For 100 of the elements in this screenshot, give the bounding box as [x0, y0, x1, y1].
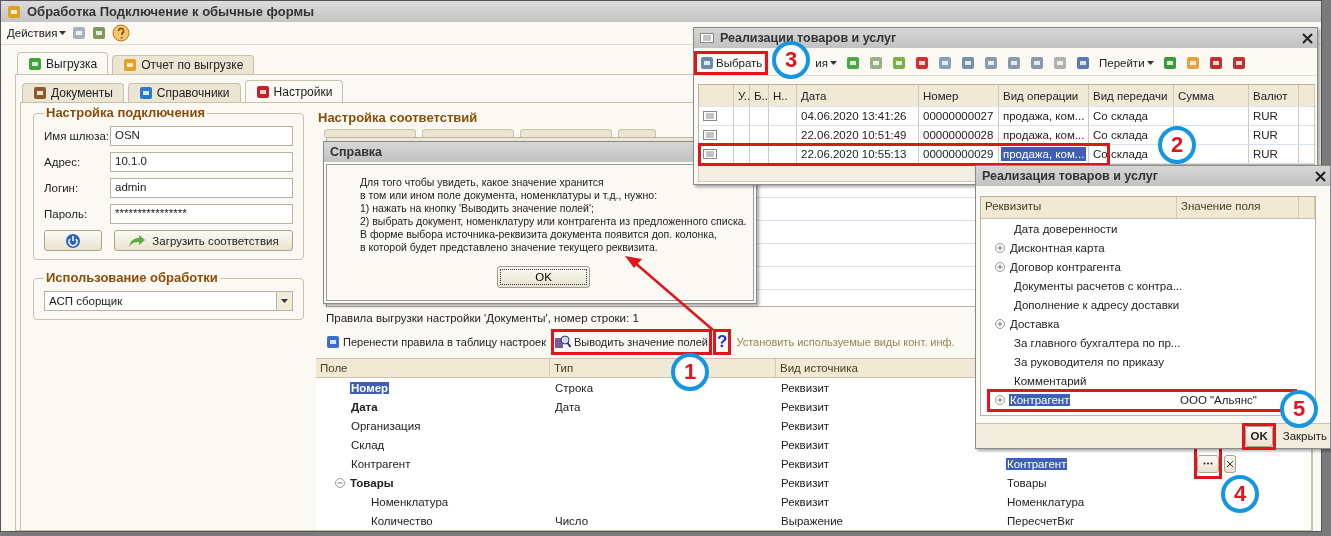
goto-menu[interactable]: Перейти: [1099, 56, 1154, 69]
close-icon: [1227, 460, 1234, 467]
window-title: Реализация товаров и услуг: [976, 166, 1330, 186]
expand-icon[interactable]: [995, 261, 1005, 272]
table-cell: Склад: [350, 438, 386, 451]
help-text: Для того чтобы увидеть, какое значение хранится: [360, 176, 604, 189]
caret-icon: [830, 60, 837, 65]
table-cell: ООО "Альянс": [1179, 393, 1258, 406]
column-header[interactable]: Вид передачи: [1089, 85, 1174, 106]
close-icon[interactable]: [1302, 32, 1313, 44]
toolbar-button[interactable]: Выводить значение полей: [555, 333, 708, 351]
help-text: в которой будет представлено значение текущего реквизита.: [360, 241, 658, 254]
tab[interactable]: Справочники: [127, 83, 241, 102]
field-label: Пароль:: [44, 208, 89, 220]
column-header[interactable]: Вид операции: [999, 85, 1089, 106]
usage-select[interactable]: АСП сборщик: [44, 291, 293, 311]
table-cell: Дата: [554, 400, 582, 413]
input-field[interactable]: admin: [110, 178, 293, 198]
document-icon: [700, 33, 714, 43]
table-cell: ПересчетВкг: [1006, 514, 1076, 527]
tab[interactable]: [520, 129, 612, 137]
column-header[interactable]: Валют: [1249, 85, 1299, 106]
group-title: Настройка подключения: [44, 105, 208, 120]
help-text: В форме выбора источника-реквизита документа появится доп. колонка,: [360, 228, 717, 241]
tab[interactable]: Настройки: [244, 80, 344, 102]
tab[interactable]: Выгрузка: [17, 52, 109, 74]
group-title: Настройка соответствий: [316, 110, 480, 125]
table-cell: Реквизит: [780, 400, 831, 413]
table-cell: Контрагент: [350, 457, 412, 470]
close-button[interactable]: Закрыть: [1282, 430, 1327, 442]
action-link[interactable]: Установить используемые виды конт. инф.: [736, 333, 955, 351]
field-label: Адрес:: [44, 156, 82, 168]
actions-menu[interactable]: ия: [815, 56, 837, 69]
table-cell: RUR: [1249, 107, 1299, 125]
table-cell: Дополнение к адресу доставки: [1013, 298, 1181, 311]
column-header[interactable]: Дата: [797, 85, 919, 106]
table-cell: Организация: [350, 419, 422, 432]
highlight-frame: [1242, 422, 1276, 450]
column-header[interactable]: Поле: [316, 359, 550, 377]
table-cell: продажа, ком...: [1001, 147, 1087, 161]
table-cell: Контрагент: [1006, 457, 1068, 470]
input-field[interactable]: ****************: [110, 204, 293, 224]
table-cell: Контрагент: [1009, 393, 1071, 406]
table-cell: Строка: [554, 381, 595, 394]
tab[interactable]: [618, 129, 656, 137]
table-cell: Выражение: [780, 514, 844, 527]
tab[interactable]: [324, 129, 416, 137]
clear-button[interactable]: [1224, 454, 1237, 473]
document-icon: [703, 149, 717, 159]
table-cell: Число: [554, 514, 590, 527]
caret-icon: [59, 31, 67, 35]
group-title: Использование обработки: [44, 270, 220, 285]
column-header[interactable]: Сумма: [1174, 85, 1249, 106]
help-text: в том или ином поле документа, номенклатуры и т.д., нужно:: [360, 189, 658, 202]
table-cell: RUR: [1249, 145, 1299, 163]
connect-button[interactable]: [44, 230, 102, 251]
input-field[interactable]: 10.1.0: [110, 152, 293, 172]
actions-menu[interactable]: Действия: [7, 27, 67, 39]
table-cell: 00000000027: [919, 107, 999, 125]
column-header[interactable]: Н..: [769, 85, 797, 106]
expand-icon[interactable]: [995, 318, 1005, 329]
table-cell: Дата: [350, 400, 379, 413]
expand-icon[interactable]: [995, 242, 1005, 253]
close-icon[interactable]: [1315, 170, 1326, 182]
help-text: 2) выбрать документ, номенклатуру или контрагента из предложенного списка.: [360, 215, 747, 228]
column-header[interactable]: У..: [734, 85, 750, 106]
column-header[interactable]: Б..: [750, 85, 769, 106]
rules-caption: Правила выгрузки настройки 'Документы', номер строки: 1: [326, 312, 639, 324]
table-cell: Со склада: [1089, 107, 1174, 125]
table-cell: Доставка: [1009, 317, 1061, 330]
field-label: Имя шлюза:: [44, 130, 106, 142]
expand-icon[interactable]: [995, 394, 1005, 405]
load-button[interactable]: Загрузить соответствия: [114, 230, 293, 251]
caret-icon: [1146, 60, 1154, 65]
table-cell: За главного бухгалтера по пр...: [1013, 336, 1182, 349]
collapse-icon[interactable]: [335, 477, 345, 488]
column-header[interactable]: Реквизиты: [981, 197, 1177, 218]
column-header[interactable]: Номер: [919, 85, 999, 106]
help-button[interactable]: ?: [717, 333, 728, 351]
toolbar-button[interactable]: Перенести правила в таблицу настроек: [326, 333, 547, 351]
window-title-text: Обработка Подключение к обычные формы: [27, 4, 315, 19]
select-button[interactable]: Выбрать: [700, 55, 763, 70]
table-cell: За руководителя по приказу: [1013, 355, 1165, 368]
tab[interactable]: Отчет по выгрузке: [112, 55, 255, 74]
arrow-icon: [128, 233, 147, 248]
table-cell: Дисконтная карта: [1009, 241, 1106, 254]
tab[interactable]: [422, 129, 514, 137]
table-cell: RUR: [1249, 126, 1299, 144]
table-cell: Реквизит: [780, 419, 831, 432]
column-header[interactable]: Значение поля: [1177, 197, 1299, 218]
table-cell: Документы расчетов с контра...: [1013, 279, 1184, 292]
ok-button[interactable]: OK: [497, 266, 590, 288]
power-icon: [65, 232, 81, 249]
input-field[interactable]: OSN: [110, 126, 293, 146]
tab[interactable]: Документы: [22, 83, 124, 102]
field-label: Логин:: [44, 182, 80, 194]
choose-button[interactable]: [1197, 454, 1220, 473]
ok-button[interactable]: OK: [1245, 425, 1273, 447]
table-cell: Реквизит: [780, 438, 831, 451]
table-cell: Реквизит: [780, 457, 831, 470]
